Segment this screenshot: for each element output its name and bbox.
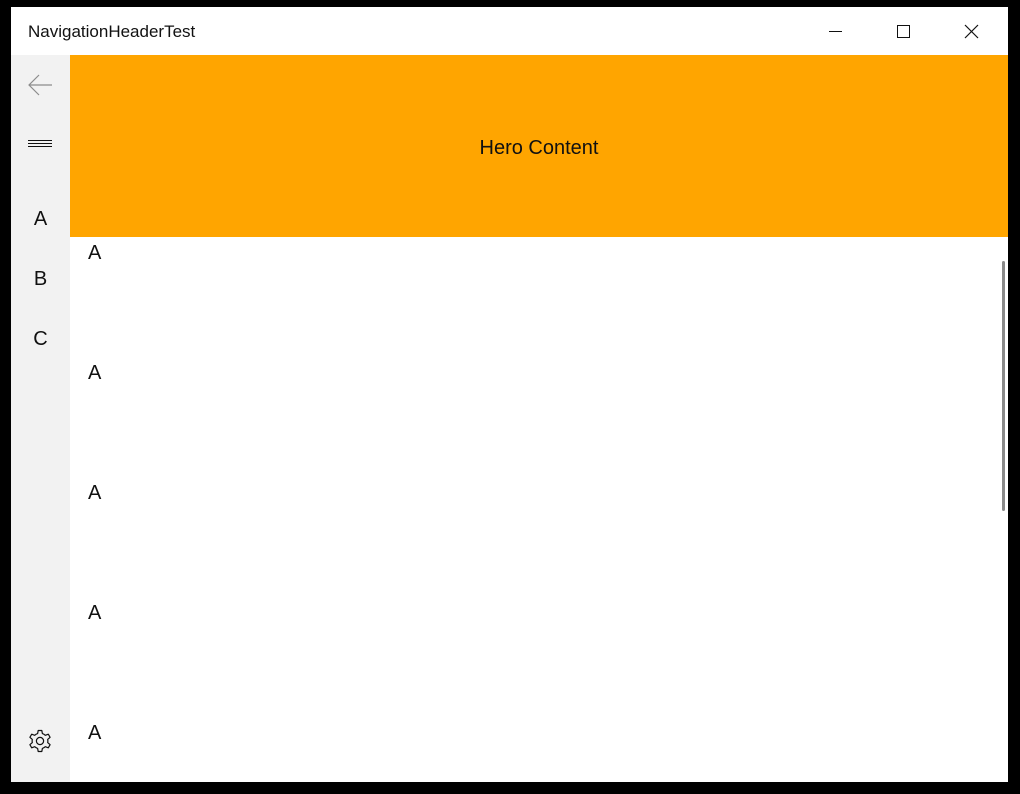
- minimize-icon: [829, 31, 842, 32]
- back-button[interactable]: [11, 61, 70, 109]
- list-item[interactable]: A: [88, 240, 101, 266]
- maximize-icon: [897, 25, 910, 38]
- back-arrow-icon: [28, 74, 52, 96]
- nav-item-b[interactable]: B: [11, 259, 70, 299]
- menu-toggle-button[interactable]: [11, 121, 70, 169]
- maximize-button[interactable]: [881, 7, 927, 55]
- hero-header: Hero Content: [70, 55, 1008, 237]
- list-item[interactable]: A: [88, 720, 101, 746]
- nav-item-c[interactable]: C: [11, 319, 70, 359]
- navigation-pane: A B C: [11, 55, 70, 782]
- list-item[interactable]: A: [88, 360, 101, 386]
- minimize-button[interactable]: [812, 7, 858, 55]
- list-item[interactable]: A: [88, 600, 101, 626]
- settings-button[interactable]: [11, 716, 70, 764]
- title-bar[interactable]: NavigationHeaderTest: [11, 7, 1008, 55]
- close-button[interactable]: [949, 7, 995, 55]
- scrollbar-thumb[interactable]: [1002, 261, 1005, 511]
- list-item[interactable]: A: [88, 480, 101, 506]
- close-icon: [964, 24, 979, 39]
- hero-text: Hero Content: [479, 137, 599, 159]
- app-window: NavigationHeaderTest A B C Hero Content …: [11, 7, 1008, 782]
- window-title: NavigationHeaderTest: [28, 22, 196, 41]
- hamburger-menu-icon: [28, 140, 52, 147]
- nav-item-a[interactable]: A: [11, 199, 70, 239]
- gear-icon: [29, 729, 51, 753]
- content-frame: Hero Content A A A A A: [70, 55, 1008, 782]
